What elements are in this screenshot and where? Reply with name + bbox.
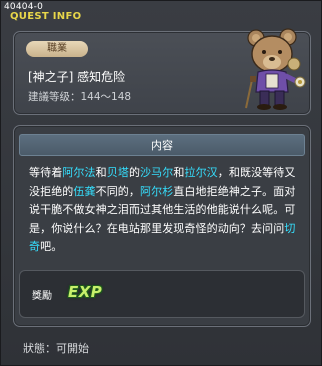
quest-summary-panel: 職業 [神之子] 感知危险 建議等级：144～148 xyxy=(13,28,311,115)
description-text: 的 xyxy=(128,166,141,179)
highlighted-name: 贝塔 xyxy=(106,166,129,179)
highlighted-name: 阿尔法 xyxy=(62,166,96,179)
description-text: 和 xyxy=(95,166,107,179)
highlighted-name: 拉尔汉 xyxy=(184,166,218,179)
description-text: 等待着 xyxy=(29,166,63,179)
highlighted-name: 伍龚 xyxy=(73,184,96,198)
quest-content-panel: 内容 等待着阿尔法和贝塔的沙马尔和拉尔汉，和既没等待又没拒绝的伍龚不同的，阿尔杉… xyxy=(13,125,311,327)
window-title: QUEST INFO xyxy=(10,11,82,22)
reward-label: 獎勵 xyxy=(32,291,52,302)
quest-level-requirement: 建議等级：144～148 xyxy=(28,91,132,103)
content-header: 内容 xyxy=(19,134,305,156)
highlighted-name: 阿尔杉 xyxy=(140,184,174,198)
quest-description: 等待着阿尔法和贝塔的沙马尔和拉尔汉，和既没等待又没拒绝的伍龚不同的，阿尔杉直白地… xyxy=(29,164,305,257)
job-tag: 職業 xyxy=(26,41,88,57)
description-text: 不同的， xyxy=(95,184,141,198)
quest-info-window: 40404-0 QUEST INFO 職業 [神之子] 感知危险 建議等级：14… xyxy=(0,0,322,366)
highlighted-name: 沙马尔 xyxy=(140,166,174,179)
quest-status: 狀態：可開始 xyxy=(23,342,89,355)
quest-name: [神之子] 感知危险 xyxy=(28,70,126,84)
reward-box: 獎勵 EXP xyxy=(19,270,305,318)
description-text: 吧。 xyxy=(40,240,63,253)
description-text: 和 xyxy=(173,166,185,179)
npc-bear-icon xyxy=(245,28,306,110)
exp-icon: EXP xyxy=(68,283,103,301)
